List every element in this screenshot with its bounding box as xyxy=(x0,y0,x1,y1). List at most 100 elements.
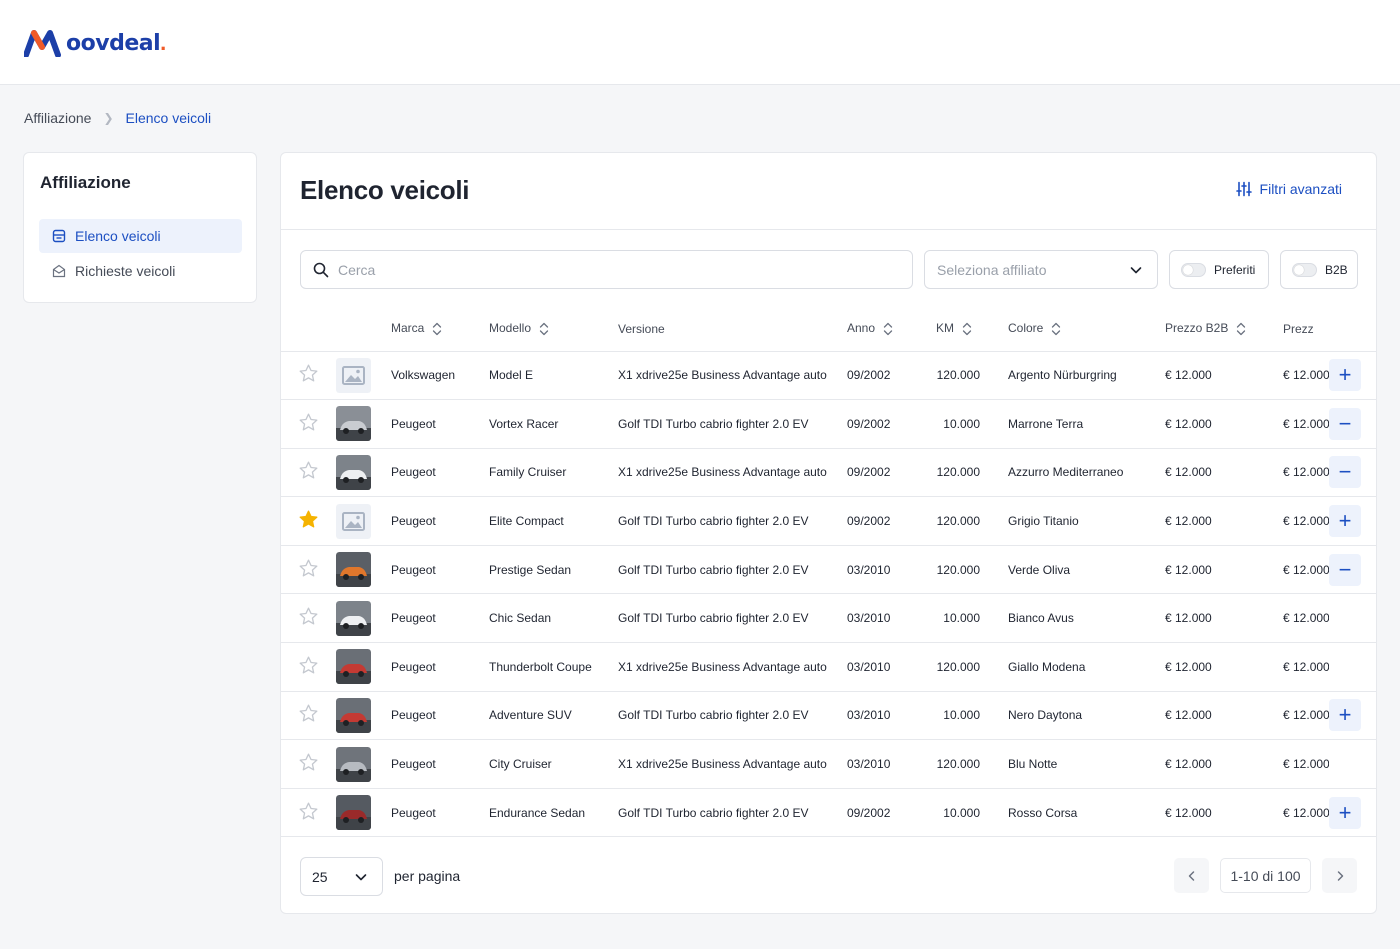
cell-colore: Verde Oliva xyxy=(1008,545,1165,595)
cell-marca: Peugeot xyxy=(391,448,489,498)
column-header-km[interactable]: KM xyxy=(936,307,1008,352)
add-button[interactable]: + xyxy=(1329,359,1361,392)
cell-prezzo: € 12.000 xyxy=(1283,642,1329,692)
brand-wordmark: oovdeal xyxy=(66,30,161,56)
sort-icon xyxy=(539,322,549,335)
sidebar-item-elenco-veicoli[interactable]: Elenco veicoli xyxy=(39,219,242,253)
favorites-switch[interactable] xyxy=(1181,262,1206,277)
favorite-star-icon[interactable] xyxy=(298,752,319,773)
cell-modello: Prestige Sedan xyxy=(489,545,618,595)
cell-anno: 03/2010 xyxy=(847,691,936,741)
cell-modello: Endurance Sedan xyxy=(489,788,618,838)
cell-modello: Thunderbolt Coupe xyxy=(489,642,618,692)
page-size-select[interactable]: 25 xyxy=(300,857,383,896)
b2b-switch[interactable] xyxy=(1292,262,1317,277)
column-header-prezzo-b2b[interactable]: Prezzo B2B xyxy=(1165,307,1283,352)
cell-versione: Golf TDI Turbo cabrio fighter 2.0 EV xyxy=(618,399,847,449)
cell-colore: Marrone Terra xyxy=(1008,399,1165,449)
table-row[interactable]: Peugeot Thunderbolt Coupe X1 xdrive25e Bus… xyxy=(281,642,1376,692)
table-row[interactable]: Peugeot Elite Compact Golf TDI Turbo cabri… xyxy=(281,496,1376,546)
cell-colore: Azzurro Mediterraneo xyxy=(1008,448,1165,498)
table-row[interactable]: Peugeot Chic Sedan Golf TDI Turbo cabrio f… xyxy=(281,593,1376,644)
cell-modello: Chic Sedan xyxy=(489,593,618,644)
cell-marca: Peugeot xyxy=(391,545,489,595)
favorite-star-icon[interactable] xyxy=(298,363,319,384)
advanced-filters-button[interactable]: Filtri avanzati xyxy=(1235,181,1342,197)
car-thumbnail xyxy=(336,552,371,588)
search-input[interactable] xyxy=(338,261,878,278)
add-button[interactable]: + xyxy=(1329,699,1361,732)
column-header-anno[interactable]: Anno xyxy=(847,307,936,352)
breadcrumb-affiliazione[interactable]: Affiliazione xyxy=(24,110,91,126)
cell-colore: Bianco Avus xyxy=(1008,593,1165,644)
cell-modello: City Cruiser xyxy=(489,739,618,789)
cell-marca: Peugeot xyxy=(391,739,489,789)
car-thumbnail xyxy=(336,600,371,636)
favorite-star-icon[interactable] xyxy=(298,703,319,724)
column-header-marca[interactable]: Marca xyxy=(391,307,489,352)
favorite-star-icon[interactable] xyxy=(298,460,319,481)
remove-button[interactable]: − xyxy=(1329,553,1361,586)
b2b-toggle-label: B2B xyxy=(1325,262,1348,277)
remove-button[interactable]: − xyxy=(1329,407,1361,440)
affiliate-select[interactable]: Seleziona affiliato xyxy=(924,250,1158,289)
table-row[interactable]: Peugeot Prestige Sedan Golf TDI Turbo cabr… xyxy=(281,545,1376,595)
cell-prezzo: € 12.000 xyxy=(1283,545,1329,595)
search-box[interactable] xyxy=(300,250,913,289)
cell-marca: Peugeot xyxy=(391,788,489,838)
plus-icon: + xyxy=(1338,702,1352,728)
sort-icon xyxy=(883,322,893,335)
cell-km: 10.000 xyxy=(936,399,1008,449)
cell-prezzo: € 12.000 xyxy=(1283,691,1329,741)
b2b-toggle[interactable]: B2B xyxy=(1280,250,1358,289)
cell-colore: Giallo Modena xyxy=(1008,642,1165,692)
cell-km: 10.000 xyxy=(936,691,1008,741)
table-row[interactable]: Volkswagen Model E X1 xdrive25e Business A… xyxy=(281,351,1376,401)
favorite-star-icon[interactable] xyxy=(298,509,319,530)
cell-versione: Golf TDI Turbo cabrio fighter 2.0 EV xyxy=(618,496,847,546)
table-row[interactable]: Peugeot Endurance Sedan Golf TDI Turbo cab… xyxy=(281,788,1376,838)
cell-versione: Golf TDI Turbo cabrio fighter 2.0 EV xyxy=(618,691,847,741)
cell-prezzo-b2b: € 12.000 xyxy=(1165,593,1283,644)
sidebar-item-richieste-veicoli[interactable]: Richieste veicoli xyxy=(39,254,242,288)
top-bar: oovdeal. xyxy=(0,0,1400,85)
add-button[interactable]: + xyxy=(1329,796,1361,829)
column-header-colore[interactable]: Colore xyxy=(1008,307,1165,352)
favorite-star-icon[interactable] xyxy=(298,801,319,822)
vehicle-table: Marca Modello Versione Anno KM Colore Pr… xyxy=(281,307,1376,838)
cell-prezzo: € 12.000 xyxy=(1283,593,1329,644)
cell-anno: 09/2002 xyxy=(847,496,936,546)
cell-anno: 09/2002 xyxy=(847,448,936,498)
cell-marca: Peugeot xyxy=(391,496,489,546)
table-row[interactable]: Peugeot Family Cruiser X1 xdrive25e Busine… xyxy=(281,448,1376,498)
cell-km: 10.000 xyxy=(936,593,1008,644)
vehicle-list-panel: Elenco veicoli Filtri avanzati Seleziona… xyxy=(280,152,1377,914)
favorite-star-icon[interactable] xyxy=(298,655,319,676)
favorites-toggle[interactable]: Preferiti xyxy=(1169,250,1269,289)
cell-anno: 03/2010 xyxy=(847,642,936,692)
affiliate-select-placeholder: Seleziona affiliato xyxy=(937,261,1047,278)
next-page-button[interactable] xyxy=(1322,858,1357,893)
cell-anno: 03/2010 xyxy=(847,545,936,595)
cell-modello: Elite Compact xyxy=(489,496,618,546)
cell-km: 120.000 xyxy=(936,496,1008,546)
add-button[interactable]: + xyxy=(1329,505,1361,538)
minus-icon: − xyxy=(1338,410,1352,436)
sidebar-item-label: Elenco veicoli xyxy=(75,228,161,244)
table-row[interactable]: Peugeot Adventure SUV Golf TDI Turbo cabri… xyxy=(281,691,1376,741)
table-row[interactable]: Peugeot City Cruiser X1 xdrive25e Business… xyxy=(281,739,1376,789)
brand-logo[interactable]: oovdeal. xyxy=(24,28,166,58)
cell-anno: 03/2010 xyxy=(847,593,936,644)
cell-prezzo: € 12.000 xyxy=(1283,351,1329,401)
sort-icon xyxy=(1052,322,1061,335)
previous-page-button[interactable] xyxy=(1174,858,1209,893)
column-header-modello[interactable]: Modello xyxy=(489,307,618,352)
table-row[interactable]: Peugeot Vortex Racer Golf TDI Turbo cabrio… xyxy=(281,399,1376,449)
favorite-star-icon[interactable] xyxy=(298,606,319,627)
breadcrumb-elenco-veicoli[interactable]: Elenco veicoli xyxy=(126,110,212,126)
favorite-star-icon[interactable] xyxy=(298,558,319,579)
car-thumbnail xyxy=(336,697,371,733)
favorite-star-icon[interactable] xyxy=(298,412,319,433)
car-thumbnail xyxy=(336,649,371,685)
remove-button[interactable]: − xyxy=(1329,456,1361,489)
